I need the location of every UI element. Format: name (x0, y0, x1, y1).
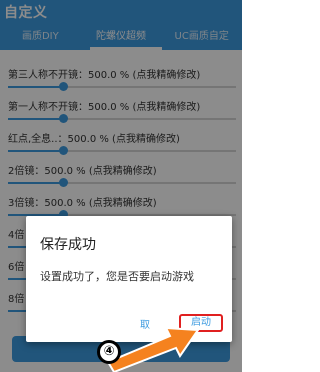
arrow-icon (106, 326, 200, 372)
dialog-title: 保存成功 (40, 237, 96, 253)
step-badge: ④ (97, 340, 121, 364)
dialog-message: 设置成功了，您是否要启动游戏 (40, 270, 194, 283)
